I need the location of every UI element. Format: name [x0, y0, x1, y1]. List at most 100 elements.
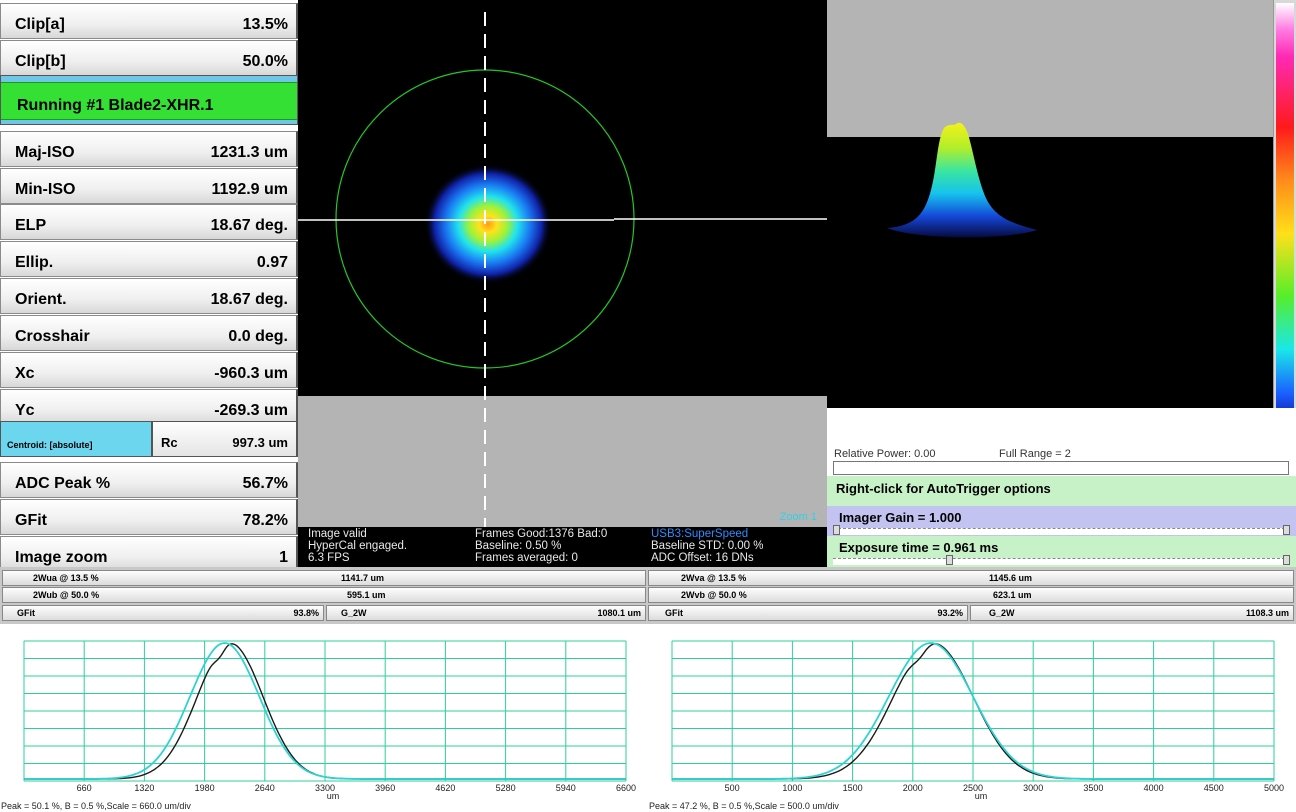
x-tick-label: 4000 — [1144, 783, 1164, 793]
exposure-time-slider-thumb[interactable] — [945, 555, 953, 565]
profile-footer: Peak = 47.2 %, B = 0.5 %,Scale = 500.0 u… — [649, 801, 839, 811]
x-tick-label: 660 — [77, 783, 92, 793]
width-row-v-b-value: 623.1 um — [993, 590, 1032, 600]
param-row-crosshair[interactable]: Crosshair 0.0 deg. — [0, 315, 298, 351]
color-scale-gradient — [1276, 3, 1294, 447]
param-label: Min-ISO — [15, 181, 76, 198]
image-area — [298, 0, 827, 396]
x-axis-label: um — [327, 791, 340, 801]
width-row-u-a: 2Wua @ 13.5 % 1141.7 um — [2, 570, 646, 586]
param-row-yc[interactable]: Yc -269.3 um — [0, 389, 298, 425]
param-label: GFit — [15, 512, 47, 529]
image-info-strip: Image valid HyperCal engaged. 6.3 FPS Fr… — [298, 527, 827, 567]
x-tick-label: 6600 — [616, 783, 636, 793]
x-tick-label: 1500 — [843, 783, 863, 793]
g2w-u-label: G_2W — [341, 608, 367, 618]
param-value: 18.67 deg. — [210, 217, 288, 234]
info-col1-line2: HyperCal engaged. — [308, 540, 408, 552]
rc-value: 997.3 um — [232, 435, 288, 450]
width-row-v-b: 2Wvb @ 50.0 % 623.1 um — [648, 587, 1294, 603]
gfit-u-value: 93.8% — [293, 608, 319, 618]
g2w-v-row: G_2W 1108.3 um — [970, 605, 1294, 621]
info-col2-line2: Baseline: 0.50 % — [475, 540, 562, 552]
param-row-clip-b[interactable]: Clip[b] 50.0% — [0, 40, 298, 76]
param-row-xc[interactable]: Xc -960.3 um — [0, 352, 298, 388]
info-col2-line3: Frames averaged: 0 — [475, 552, 578, 564]
gfit-v-value: 93.2% — [937, 608, 963, 618]
param-label: ADC Peak % — [15, 475, 111, 492]
param-label: Orient. — [15, 291, 67, 308]
zoom-label: Zoom 1 — [779, 511, 817, 523]
g2w-u-value: 1080.1 um — [597, 608, 641, 618]
imager-gain-slider-thumb[interactable] — [833, 525, 840, 535]
3d-background-top — [827, 0, 1273, 137]
x-tick-label: 1000 — [782, 783, 802, 793]
relative-power-label: Relative Power: 0.00 — [834, 448, 936, 460]
x-tick-label: 2640 — [255, 783, 275, 793]
param-value: 78.2% — [242, 512, 288, 529]
info-col3-line1: Baseline STD: 0.00 % — [651, 540, 764, 552]
param-row-gfit[interactable]: GFit 78.2% — [0, 499, 298, 535]
width-row-v-a: 2Wva @ 13.5 % 1145.6 um — [648, 570, 1294, 586]
param-row-maj-iso[interactable]: Maj-ISO 1231.3 um — [0, 131, 298, 167]
autotrigger-panel[interactable]: Right-click for AutoTrigger options — [827, 476, 1296, 506]
gfit-v-label: GFit — [665, 608, 683, 618]
profile-footer: Peak = 50.1 %, B = 0.5 %,Scale = 660.0 u… — [1, 801, 191, 811]
imager-gain-label: Imager Gain = 1.000 — [839, 510, 962, 525]
x-tick-label: 5000 — [1264, 783, 1284, 793]
x-tick-label: 5280 — [496, 783, 516, 793]
beam-3d-view[interactable] — [827, 0, 1273, 408]
param-label: Image zoom — [15, 549, 108, 566]
param-label: Xc — [15, 365, 35, 382]
exposure-time-slider-end — [1283, 555, 1290, 565]
info-col3-line2: ADC Offset: 16 DNs — [651, 552, 754, 564]
width-row-u-a-label: 2Wua @ 13.5 % — [33, 573, 99, 583]
param-value: 13.5% — [242, 16, 288, 33]
info-col1-line3: 6.3 FPS — [308, 552, 350, 564]
param-value: -960.3 um — [214, 365, 288, 382]
relative-power-bar — [833, 461, 1289, 475]
param-label: Yc — [15, 402, 35, 419]
running-status-bar[interactable]: Running #1 Blade2-XHR.1 — [0, 75, 298, 125]
x-tick-label: 5940 — [556, 783, 576, 793]
x-tick-label: 4500 — [1204, 783, 1224, 793]
beam-3d-surface — [887, 122, 1037, 238]
param-value: 0.97 — [256, 254, 288, 271]
info-col1-line1: Image valid — [308, 528, 367, 540]
beam-image-view[interactable]: Zoom 1 — [298, 0, 827, 527]
usb-status: USB3:SuperSpeed — [651, 528, 749, 540]
x-tick-label: 1320 — [134, 783, 154, 793]
gfit-u-label: GFit — [17, 608, 35, 618]
width-row-u-b-value: 595.1 um — [347, 590, 386, 600]
color-scale-bar — [1273, 0, 1296, 450]
param-row-adc-peak[interactable]: ADC Peak % 56.7% — [0, 462, 298, 498]
param-value: 18.67 deg. — [210, 291, 288, 308]
x-axis-label: um — [975, 791, 988, 801]
param-row-min-iso[interactable]: Min-ISO 1192.9 um — [0, 168, 298, 204]
param-row-elp[interactable]: ELP 18.67 deg. — [0, 204, 298, 240]
exposure-time-control[interactable]: Exposure time = 0.961 ms — [827, 536, 1296, 567]
g2w-v-label: G_2W — [989, 608, 1015, 618]
param-value: 1231.3 um — [210, 144, 288, 161]
relative-power-panel: Relative Power: 0.00 Full Range = 2 — [827, 408, 1296, 476]
x-tick-label: 2000 — [903, 783, 923, 793]
param-value: 0.0 deg. — [228, 328, 288, 345]
profile-chart-u: 660 1320 1980 2640 3300 3960 4620 5280 5940 6600u… — [1, 640, 636, 811]
imager-gain-control[interactable]: Imager Gain = 1.000 — [827, 506, 1296, 536]
exposure-time-slider[interactable] — [833, 555, 1290, 565]
param-value: -269.3 um — [214, 402, 288, 419]
width-row-v-a-value: 1145.6 um — [989, 573, 1033, 583]
width-row-v-b-label: 2Wvb @ 50.0 % — [681, 590, 747, 600]
imager-gain-slider[interactable] — [833, 525, 1290, 535]
param-row-orient[interactable]: Orient. 18.67 deg. — [0, 278, 298, 314]
info-col2-line1: Frames Good:1376 Bad:0 — [475, 528, 608, 540]
width-row-u-b-label: 2Wub @ 50.0 % — [33, 590, 100, 600]
param-row-clip-a[interactable]: Clip[a] 13.5% — [0, 3, 298, 39]
param-row-ellip[interactable]: Ellip. 0.97 — [0, 241, 298, 277]
beam-3d-canvas — [827, 0, 1273, 238]
centroid-mode-button[interactable]: Centroid: [absolute] — [0, 421, 152, 457]
g2w-u-row: G_2W 1080.1 um — [326, 605, 646, 621]
param-label: Clip[b] — [15, 53, 66, 70]
running-status-text: Running #1 Blade2-XHR.1 — [17, 97, 214, 114]
x-tick-label: 3500 — [1083, 783, 1103, 793]
